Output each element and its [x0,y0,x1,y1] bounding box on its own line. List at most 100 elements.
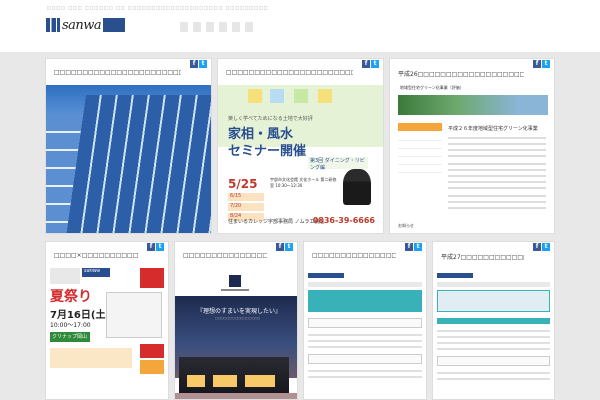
house-quote: 『理想のすまいを実現したい』 [197,308,282,315]
doc-text-line [448,143,546,145]
share-buttons: f t [362,60,379,68]
doc-nav-item [398,135,442,141]
post-title[interactable]: □□□□□□□□□□□□□□□□□□ [183,252,267,259]
doc-nav-item [398,151,442,157]
nav-item[interactable] [193,22,201,32]
site-box [308,318,422,328]
twitter-share-icon[interactable]: t [285,243,293,251]
post-thumbnail[interactable]: 地域型住宅グリーン化事業（評価） 平成２６年度地域型住宅グリーン化事業 お知らせ [390,85,554,233]
site-line [437,372,550,374]
facebook-share-icon[interactable]: f [405,243,413,251]
flyer-lead: 楽しく学べてためになる土地で大好評 [228,116,313,122]
twitter-share-icon[interactable]: t [199,60,207,68]
share-buttons: f t [276,243,293,251]
doc-text-line [448,195,546,197]
fest-ad [140,360,164,374]
house-window [213,375,237,387]
logo-bar-icon [103,18,126,32]
doc-nav-active [398,123,442,131]
logo-stripe-icon [46,18,60,32]
post-card[interactable]: f t 平成27□□□□□□□□□□□□□□□□□□□□□□□□□□□□ [432,241,555,400]
facebook-share-icon[interactable]: f [362,60,370,68]
sticky-note [294,89,308,103]
doc-text-line [448,169,546,171]
site-line [437,348,550,350]
post-card[interactable]: f t □□□□□□□□□□□□□□□□□□□□□□□□□□□□ 楽しく学べてた… [217,58,384,234]
facebook-share-icon[interactable]: f [147,243,155,251]
doc-text-line [448,149,546,151]
twitter-share-icon[interactable]: t [371,60,379,68]
doc-text-line [448,201,546,203]
twitter-share-icon[interactable]: t [414,243,422,251]
facebook-share-icon[interactable]: f [533,60,541,68]
share-buttons: f t [533,60,550,68]
twitter-share-icon[interactable]: t [156,243,164,251]
doc-text-line [448,175,546,177]
site-logo-mini [308,273,344,278]
flyer-headline-2: セミナー開催 [228,144,307,159]
facebook-share-icon[interactable]: f [276,243,284,251]
nav-item[interactable] [245,22,253,32]
sticky-note [248,89,262,103]
sticky-note [318,89,332,103]
post-title[interactable]: 平成27□□□□□□□□□□□□□□□□□□□□□□□□□□□□ [441,252,524,261]
site-line [437,378,550,380]
site-box [437,356,550,366]
doc-nav-item [398,159,442,165]
fest-date: 7月16日(土) [50,310,111,321]
house-brand-line [221,289,249,291]
doc-nav-item [398,167,442,173]
flyer-organizer: 住まいるカレッジ宇部事務局 ノムラ工務店 [228,219,325,225]
house-ground [175,393,297,399]
site-hero [308,290,422,312]
nav-item[interactable] [232,22,240,32]
fest-sanwa-logo: sanwa [82,268,110,277]
share-buttons: f t [190,60,207,68]
site-logo-mini [437,273,473,278]
site-line [437,342,550,344]
twitter-share-icon[interactable]: t [542,60,550,68]
site-line [308,346,422,348]
fest-title: 夏祭り [50,289,92,305]
site-logo[interactable]: sanwa [46,17,132,33]
post-card[interactable]: f t □□□□□□□□□□□□□□□□□□ 『理想のすまいを実現したい』 □□… [174,241,298,400]
post-card[interactable]: f t 平成26□□□□□□□□□□□□□□□□□□□□□□□□□□□□□□□□… [389,58,555,234]
post-thumbnail[interactable]: 楽しく学べてためになる土地で大好評 家相・風水 セミナー開催 第3回 ダイニング… [218,85,383,233]
post-title[interactable]: □□□□□□□□□□□□□□□□□□□□□□□□□□□□ [226,69,353,76]
site-navbar [308,282,422,287]
site-line [437,336,550,338]
share-buttons: f t [147,243,164,251]
post-title[interactable]: □□□□×□□□□□□□□□□□□□ in □□ [54,252,138,259]
nav-item[interactable] [219,22,227,32]
fest-time: 10:00〜17:00 [50,322,91,329]
site-line [308,334,422,336]
building-facade [65,95,211,233]
post-title[interactable]: □□□□□□□□□□□□□□□□□□□□□□□ [312,252,396,259]
logo-wordmark: sanwa [62,17,102,33]
twitter-share-icon[interactable]: t [542,243,550,251]
doc-text-line [448,207,546,209]
post-card[interactable]: f t □□□□□□□□□□□□□□□□□□□□□□□□ [45,58,212,234]
post-card[interactable]: f t □□□□×□□□□□□□□□□□□□ in □□ sanwa 夏祭り 7… [45,241,169,400]
doc-news-label: お知らせ [398,223,414,228]
post-card[interactable]: f t □□□□□□□□□□□□□□□□□□□□□□□ [303,241,427,400]
nav-item[interactable] [180,22,188,32]
post-thumbnail[interactable] [304,268,426,399]
post-thumbnail[interactable]: 『理想のすまいを実現したい』 □□□□□□□□□□□□□□□□ [175,268,297,399]
doc-banner-image [398,95,548,115]
post-thumbnail[interactable] [46,85,211,233]
facebook-share-icon[interactable]: f [533,243,541,251]
post-thumbnail[interactable]: sanwa 夏祭り 7月16日(土) 10:00〜17:00 クリナップ岡山ショ… [46,268,168,399]
fest-map [106,292,162,338]
doc-text-line [448,181,546,183]
post-title[interactable]: □□□□□□□□□□□□□□□□□□□□□□□□ [54,69,181,76]
flyer-date-row: 6/15 [228,193,264,201]
house-subquote: □□□□□□□□□□□□□□□□ [215,316,261,320]
fest-ad [140,344,164,358]
post-thumbnail[interactable] [433,268,554,399]
fest-badge [50,268,80,284]
nav-item[interactable] [206,22,214,32]
post-title[interactable]: 平成26□□□□□□□□□□□□□□□□□□□□□□□□□□□□□□□□□□□ [398,69,524,78]
facebook-share-icon[interactable]: f [190,60,198,68]
doc-text-line [448,187,546,189]
